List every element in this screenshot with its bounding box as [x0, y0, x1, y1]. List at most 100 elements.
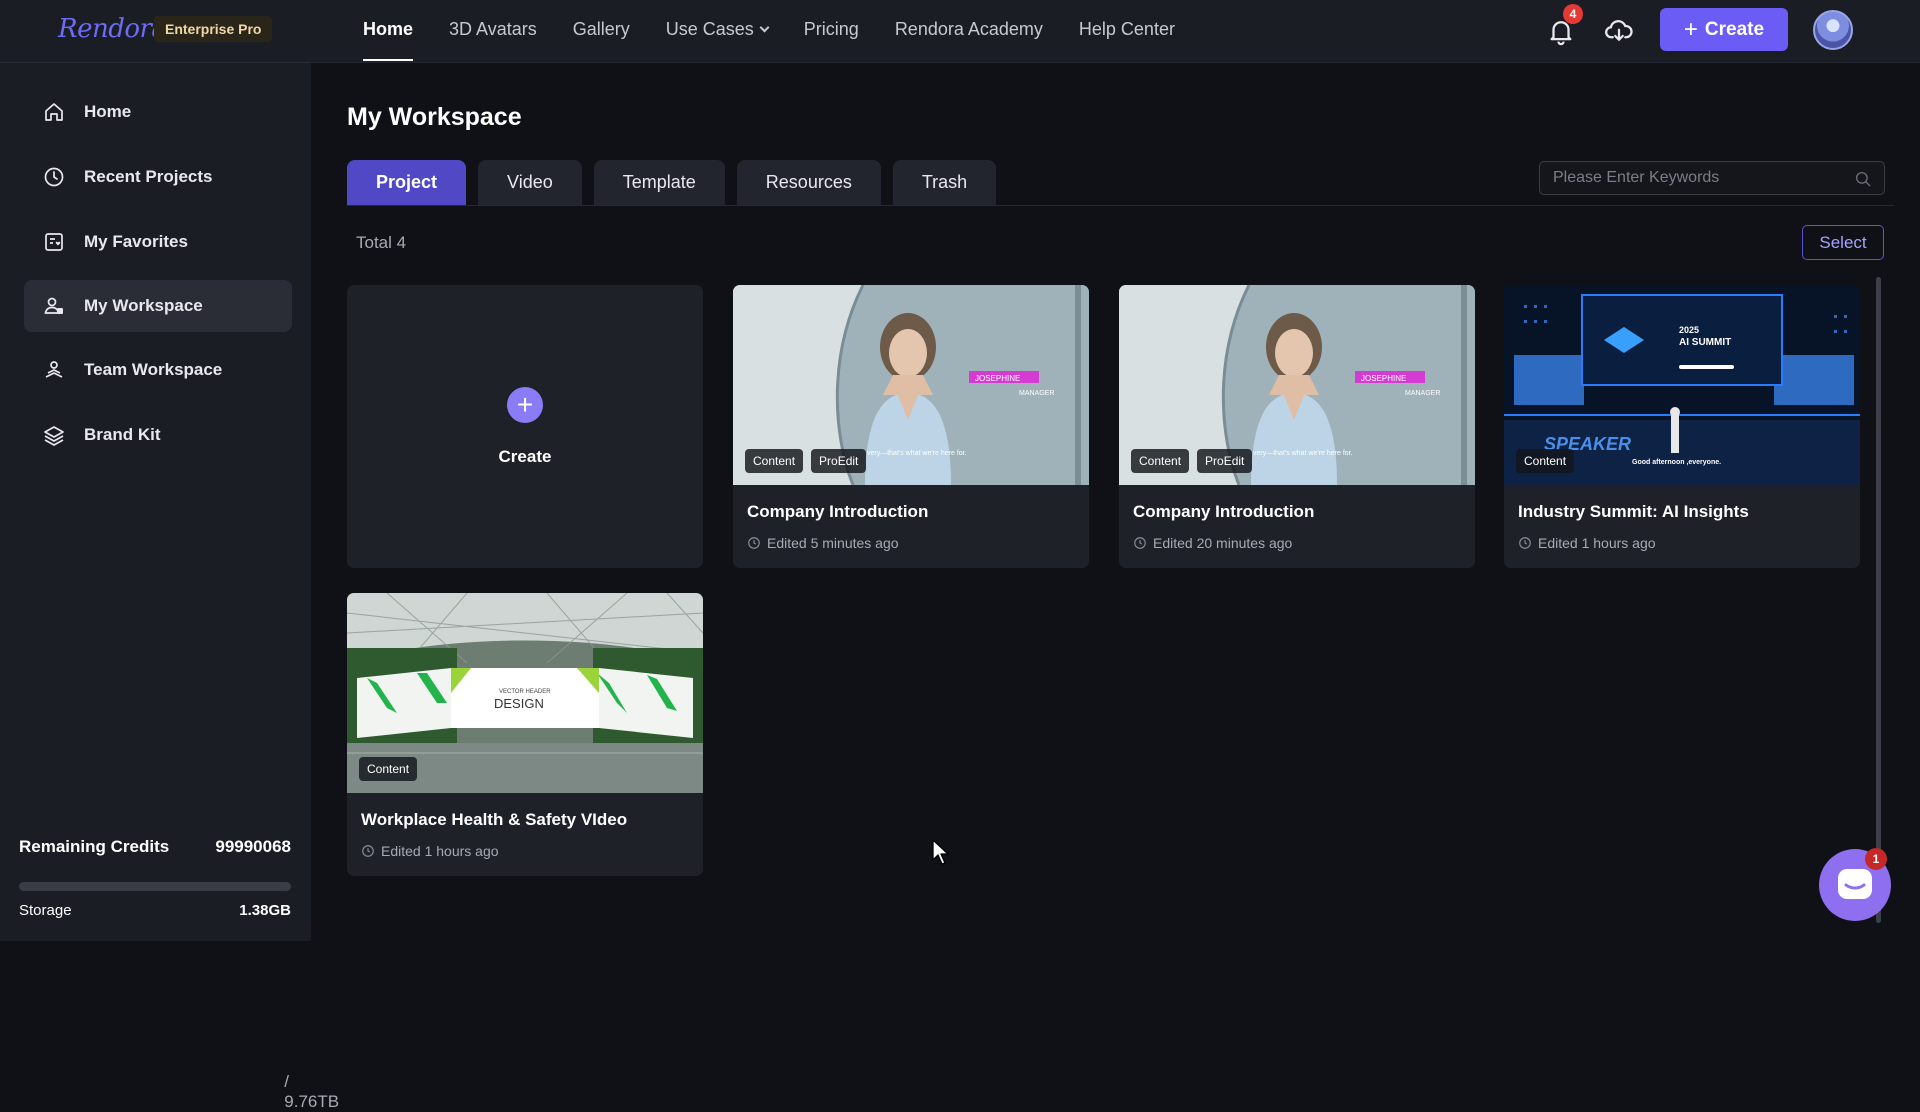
- edited-time-text: Edited 5 minutes ago: [767, 535, 899, 551]
- nav-pricing[interactable]: Pricing: [786, 0, 877, 63]
- search-icon[interactable]: [1854, 170, 1872, 188]
- nav-help-center[interactable]: Help Center: [1061, 0, 1193, 63]
- name-tag-text: JOSEPHINE: [1361, 374, 1406, 383]
- create-project-card[interactable]: + Create: [347, 285, 703, 568]
- clock-icon: [362, 845, 374, 857]
- edited-time-text: Edited 1 hours ago: [1538, 535, 1656, 551]
- nav-home[interactable]: Home: [345, 0, 431, 63]
- nav-gallery-label: Gallery: [572, 19, 630, 39]
- credits-value: 99990068: [215, 837, 291, 856]
- nav-gallery[interactable]: Gallery: [555, 0, 648, 63]
- project-title: Workplace Health & Safety VIdeo: [361, 810, 628, 829]
- storage-progress-bar: [19, 882, 291, 891]
- project-thumbnail: VECTOR HEADER DESIGN Content: [347, 593, 703, 793]
- top-bar: Rendora Enterprise Pro Home 3D Avatars G…: [0, 0, 1920, 63]
- storage-total: / 9.76TB: [284, 1072, 340, 1111]
- project-title: Company Introduction: [1133, 502, 1315, 521]
- proedit-badge: ProEdit: [1197, 449, 1253, 473]
- clock-icon: [1519, 537, 1531, 549]
- content-badge: Content: [359, 757, 418, 781]
- summit-title-text: AI SUMMIT: [1679, 337, 1731, 348]
- main-content: My Workspace Project Video Template Reso…: [311, 63, 1920, 941]
- page-title: My Workspace: [347, 103, 522, 131]
- tab-template[interactable]: Template: [593, 160, 725, 205]
- create-button[interactable]: + Create: [1660, 8, 1788, 51]
- sidebar-item-brand-kit[interactable]: Brand Kit: [24, 409, 292, 461]
- sidebar-item-label: My Favorites: [84, 232, 188, 251]
- favorites-icon: [45, 233, 63, 251]
- sidebar-item-team-workspace[interactable]: Team Workspace: [24, 344, 292, 396]
- team-icon: [45, 361, 63, 378]
- scrollbar[interactable]: [1876, 277, 1881, 923]
- caption-text: very—that's what we're here for.: [867, 450, 967, 457]
- sidebar-item-my-favorites[interactable]: My Favorites: [24, 216, 292, 268]
- plus-icon: +: [507, 387, 543, 423]
- tab-video[interactable]: Video: [478, 160, 582, 205]
- sidebar-item-my-workspace[interactable]: My Workspace: [24, 280, 292, 332]
- storage-used: 1.38GB: [239, 902, 291, 919]
- project-thumbnail: 2025 AI SUMMIT SPEAKER Good afternoon ,e…: [1504, 285, 1860, 485]
- nav-pricing-label: Pricing: [803, 19, 859, 39]
- chevron-down-icon: [759, 22, 770, 33]
- nav-use-cases-label: Use Cases: [665, 19, 754, 39]
- nav-academy[interactable]: Rendora Academy: [877, 0, 1061, 63]
- tab-resources[interactable]: Resources: [736, 160, 881, 205]
- badge-group: Content ProEdit: [745, 449, 867, 473]
- nav-help-center-label: Help Center: [1078, 19, 1175, 39]
- project-card[interactable]: 2025 AI SUMMIT SPEAKER Good afternoon ,e…: [1504, 285, 1860, 568]
- edited-time-text: Edited 20 minutes ago: [1153, 535, 1293, 551]
- cloud-download-icon[interactable]: [1604, 16, 1634, 46]
- tab-trash[interactable]: Trash: [892, 160, 997, 205]
- sidebar-item-label: Home: [84, 102, 132, 121]
- content-badge: Content: [1131, 449, 1190, 473]
- tab-project[interactable]: Project: [347, 160, 467, 205]
- sidebar: Home Recent Projects My Favorites My Wor…: [0, 63, 339, 1111]
- workspace-icon: [44, 297, 63, 314]
- summit-year-text: 2025: [1679, 325, 1699, 335]
- select-button[interactable]: Select: [1802, 225, 1884, 260]
- search-input[interactable]: [1540, 162, 1840, 194]
- create-card-label: Create: [498, 447, 552, 466]
- logo[interactable]: Rendora: [58, 14, 167, 44]
- sidebar-item-home[interactable]: Home: [24, 86, 292, 138]
- project-card[interactable]: JOSEPHINE MANAGER very—that's what we're…: [1119, 285, 1475, 568]
- clock-icon: [748, 537, 760, 549]
- greeting-text: Good afternoon ,everyone.: [1632, 459, 1721, 466]
- caption-text: very—that's what we're here for.: [1253, 450, 1353, 457]
- layers-icon: [44, 426, 64, 446]
- clock-icon: [44, 167, 64, 187]
- project-edited-time: Edited 20 minutes ago: [1133, 535, 1292, 551]
- home-icon: [45, 103, 63, 121]
- storage-label: Storage: [19, 902, 72, 919]
- badge-group: Content: [359, 757, 418, 781]
- banner-big-text: DESIGN: [494, 696, 544, 711]
- search-box: [1539, 161, 1885, 195]
- credits-label: Remaining Credits: [19, 837, 170, 856]
- workspace-tabs: Project Video Template Resources Trash: [347, 160, 997, 205]
- total-count: Total 4: [356, 233, 407, 252]
- edited-time-text: Edited 1 hours ago: [381, 843, 499, 859]
- mouse-cursor-icon: [932, 839, 949, 865]
- project-thumbnail: JOSEPHINE MANAGER very—that's what we're…: [1119, 285, 1475, 485]
- nav-use-cases[interactable]: Use Cases: [648, 0, 786, 63]
- badge-group: Content ProEdit: [1131, 449, 1253, 473]
- nav-3d-avatars[interactable]: 3D Avatars: [431, 0, 555, 63]
- user-avatar[interactable]: [1813, 10, 1853, 50]
- content-badge: Content: [745, 449, 804, 473]
- proedit-badge: ProEdit: [811, 449, 867, 473]
- plan-badge: Enterprise Pro: [154, 16, 273, 42]
- nav-3d-avatars-label: 3D Avatars: [449, 19, 537, 39]
- sidebar-item-recent-projects[interactable]: Recent Projects: [24, 151, 292, 203]
- project-card[interactable]: JOSEPHINE MANAGER very—that's what we're…: [733, 285, 1089, 568]
- role-tag-text: MANAGER: [1405, 390, 1440, 397]
- project-thumbnail: JOSEPHINE MANAGER very—that's what we're…: [733, 285, 1089, 485]
- notification-count-badge: 4: [1563, 4, 1583, 24]
- create-button-label: Create: [1704, 18, 1765, 40]
- project-edited-time: Edited 1 hours ago: [361, 843, 499, 859]
- storage-value: 1.38GB / 9.76TB: [239, 902, 339, 1111]
- tabs-divider: [347, 205, 1894, 206]
- sidebar-item-label: Team Workspace: [84, 360, 223, 379]
- nav-home-label: Home: [363, 19, 414, 39]
- chat-unread-badge: 1: [1865, 848, 1887, 870]
- project-card[interactable]: VECTOR HEADER DESIGN Content Workplace H…: [347, 593, 703, 876]
